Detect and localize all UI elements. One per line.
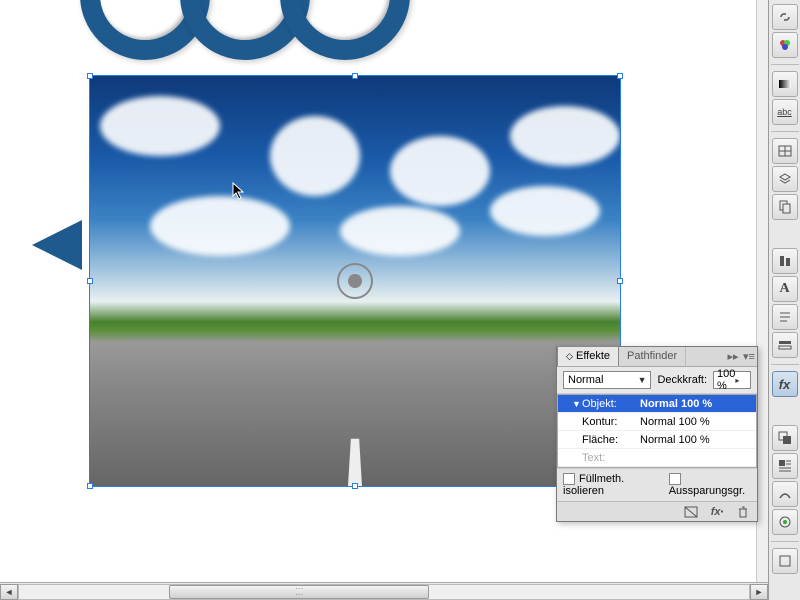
content-grabber-icon[interactable] (337, 263, 373, 299)
resize-handle[interactable] (352, 73, 358, 79)
text-wrap-icon[interactable] (772, 453, 798, 479)
effects-panel: ◇ Effekte Pathfinder ▸▸ ▾≡ Normal▼ Deckk… (556, 346, 758, 522)
clear-effects-icon[interactable] (683, 505, 699, 519)
resize-handle[interactable] (617, 278, 623, 284)
scripts-icon[interactable] (772, 481, 798, 507)
target-text-row: Text: (558, 449, 756, 467)
resize-handle[interactable] (87, 483, 93, 489)
character-styles-icon[interactable] (772, 304, 798, 330)
trash-icon[interactable] (735, 505, 751, 519)
opacity-input[interactable]: 100 %▸ (713, 371, 751, 389)
layers-icon[interactable] (772, 166, 798, 192)
opacity-label: Deckkraft: (657, 374, 707, 386)
effect-target-list: ▼ Objekt: Normal 100 % Kontur: Normal 10… (557, 394, 757, 468)
info-icon[interactable] (772, 548, 798, 574)
gradient-icon[interactable] (772, 71, 798, 97)
pathfinder-icon[interactable] (772, 425, 798, 451)
target-fill-row[interactable]: Fläche: Normal 100 % (558, 431, 756, 449)
preflight-icon[interactable] (772, 509, 798, 535)
fx-button-icon[interactable]: fx▪ (709, 505, 725, 519)
effects-icon[interactable]: fx (772, 371, 798, 397)
resize-handle[interactable] (352, 483, 358, 489)
scroll-left-button[interactable]: ◄ (0, 584, 18, 600)
logo-rings (80, 0, 380, 60)
collapse-panel-icon[interactable]: ▸▸ (725, 347, 741, 366)
scroll-thumb[interactable] (169, 585, 429, 599)
tab-pathfinder[interactable]: Pathfinder (619, 347, 686, 366)
resize-handle[interactable] (87, 278, 93, 284)
resize-handle[interactable] (617, 73, 623, 79)
resize-handle[interactable] (87, 73, 93, 79)
target-object-row[interactable]: ▼ Objekt: Normal 100 % (558, 395, 756, 413)
isolate-blending-checkbox[interactable]: Füllmeth. isolieren (563, 473, 657, 497)
scroll-right-button[interactable]: ► (750, 584, 768, 600)
scroll-track[interactable] (18, 584, 750, 600)
selected-image-frame[interactable] (90, 76, 620, 486)
horizontal-scrollbar[interactable]: ◄ ► (0, 582, 768, 600)
character-icon[interactable]: abc (772, 99, 798, 125)
tab-effects[interactable]: ◇ Effekte (557, 346, 619, 366)
blend-mode-select[interactable]: Normal▼ (563, 371, 651, 389)
knockout-group-checkbox[interactable]: Aussparungsgr. (669, 473, 751, 497)
table-icon[interactable] (772, 138, 798, 164)
panel-dock: abc A fx (768, 0, 800, 600)
object-styles-icon[interactable] (772, 332, 798, 358)
pages-icon[interactable] (772, 194, 798, 220)
links-icon[interactable] (772, 4, 798, 30)
panel-menu-icon[interactable]: ▾≡ (741, 347, 757, 366)
target-stroke-row[interactable]: Kontur: Normal 100 % (558, 413, 756, 431)
triangle-shape (32, 220, 82, 270)
swatches-icon[interactable] (772, 32, 798, 58)
paragraph-styles-icon[interactable]: A (772, 276, 798, 302)
align-icon[interactable] (772, 248, 798, 274)
